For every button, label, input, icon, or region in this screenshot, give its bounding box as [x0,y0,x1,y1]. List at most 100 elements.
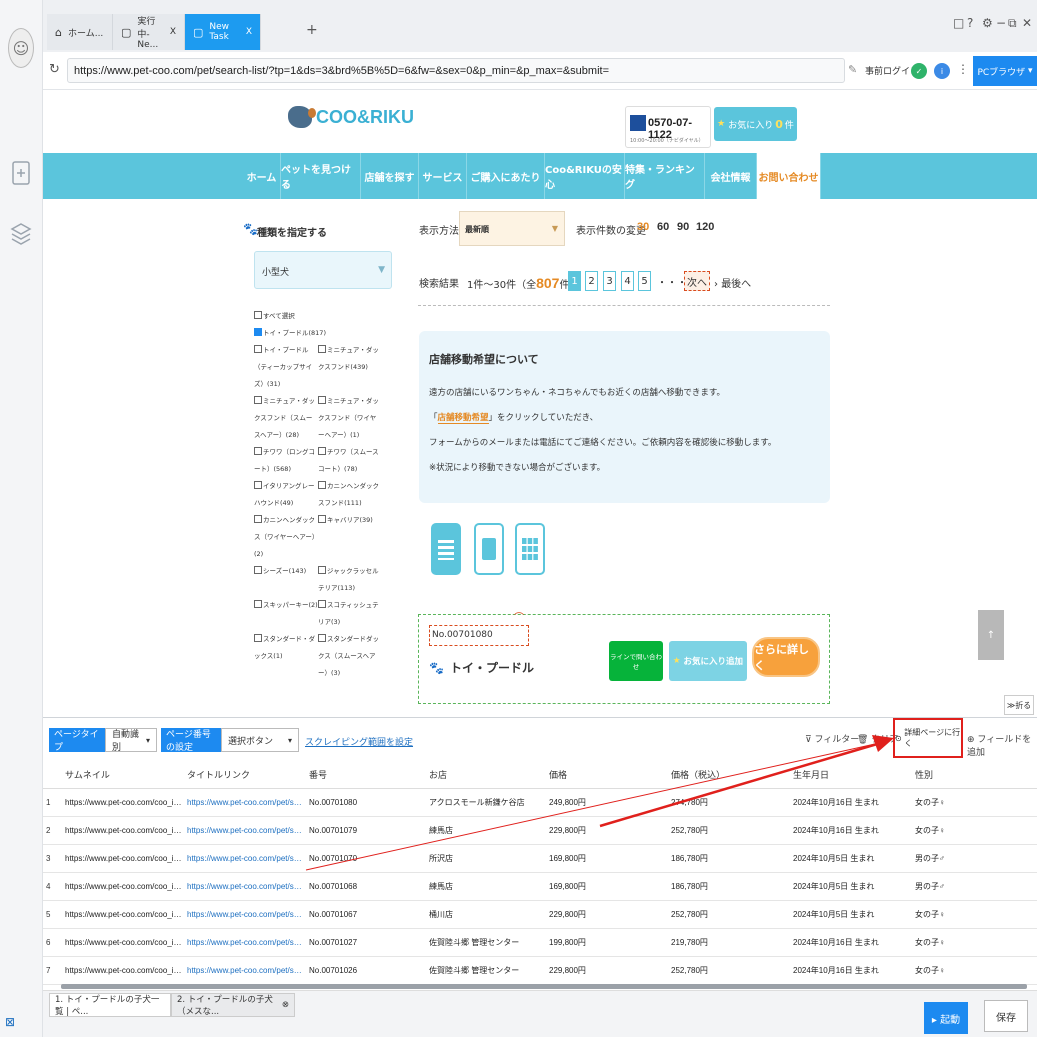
table-row[interactable]: 3https://www.pet-coo.com/coo_image/...ht… [43,844,1037,873]
column-header[interactable]: 番号 [305,762,425,789]
breed-checkbox[interactable]: ミニチュア・ダックスフンド（ワイヤーヘアー）(1) [318,393,382,444]
breed-checkbox[interactable]: カニンヘンダックスフンド(111) [318,478,382,512]
bottom-tab-2[interactable]: 2. トイ・プードルの子犬（メスな... ⊗ [171,993,295,1017]
checkbox-icon[interactable] [254,345,262,353]
add-field-button[interactable]: ⊕ フィールドを追加 [967,732,1037,758]
page-number-select[interactable]: 選択ボタン ▾ [221,728,299,752]
checkbox-icon[interactable] [254,515,262,523]
nav-item-contact[interactable]: お問い合わせ [757,153,821,199]
checkbox-icon[interactable] [318,515,326,523]
breed-checkbox[interactable]: キャバリア(39) [318,512,382,563]
breed-checkbox[interactable]: ミニチュア・ダックスフンド(439) [318,342,382,393]
breed-checkbox[interactable]: ミニチュア・ダックスフンド（スムースヘアー）(28) [254,393,318,444]
breed-checkbox[interactable]: シーズー(143) [254,563,318,597]
nav-item[interactable]: ご購入にあたり [467,153,545,199]
cell-link[interactable]: https://www.pet-coo.com/pet/search-d... [183,872,305,901]
window-close-icon[interactable]: ✕ [1022,16,1032,30]
last-page-link[interactable]: › 最後へ [714,275,751,290]
nav-item[interactable]: 特集・ランキング [625,153,705,199]
user-icon[interactable]: i [934,63,950,79]
checkbox-icon[interactable] [254,311,262,319]
layers-icon[interactable] [10,220,32,245]
breed-checkbox[interactable]: トイ・プードル(817) [254,325,394,342]
checkbox-icon[interactable] [318,396,326,404]
breed-checkbox[interactable]: チワワ（スムースコート）(78) [318,444,382,478]
new-tab-button[interactable]: + [306,22,318,38]
gift-icon[interactable]: □ [953,16,964,30]
bottom-tab-1[interactable]: 1. トイ・プードルの子犬一覧 | ペ... [49,993,171,1017]
table-row[interactable]: 1https://www.pet-coo.com/coo_image/...ht… [43,788,1037,817]
favorites-button[interactable]: ★ お気に入り 0 件 [714,107,797,141]
checkbox-icon[interactable] [254,566,262,574]
cell-link[interactable]: https://www.pet-coo.com/pet/search-d... [183,956,305,985]
breed-checkbox[interactable]: スタンダードダックス（スムースヘアー）(3) [318,631,382,682]
cell-link[interactable]: https://www.pet-coo.com/pet/search-d... [183,928,305,957]
cell-link[interactable]: https://www.pet-coo.com/pet/search-d... [183,788,305,817]
pc-browser-button[interactable]: PCブラウザ ▾ [973,56,1037,86]
column-header[interactable]: 生年月日 [789,762,911,789]
checkbox-icon[interactable] [254,481,262,489]
page-link[interactable]: 5 [638,271,651,291]
breed-checkbox[interactable]: トイ・プードル（ティーカップサイズ）(31) [254,342,318,393]
table-row[interactable]: 2https://www.pet-coo.com/coo_image/...ht… [43,816,1037,845]
nav-item[interactable]: 会社情報 [705,153,757,199]
scroll-top-button[interactable]: ↑ [978,610,1004,660]
breed-checkbox[interactable]: イタリアングレーハウンド(49) [254,478,318,512]
tab-new-task[interactable]: ▢ New Task X [185,14,261,50]
breed-checkbox[interactable]: カニンヘンダックス（ワイヤーヘアー）(2) [254,512,318,563]
nav-item[interactable]: サービス [419,153,467,199]
cell-link[interactable]: https://www.pet-coo.com/pet/search-d... [183,816,305,845]
sort-select[interactable]: 最新順 ▼ [459,211,565,246]
page-link[interactable]: 4 [621,271,634,291]
grid-view-button[interactable] [515,523,545,575]
run-button[interactable]: ▸ 起動 [924,1002,968,1034]
table-row[interactable]: 6https://www.pet-coo.com/coo_image/...ht… [43,928,1037,957]
nav-item[interactable]: Coo&RIKUの安心 [545,153,625,199]
count-option[interactable]: 120 [696,221,714,233]
page-link[interactable]: 2 [585,271,598,291]
filter-button[interactable]: ⊽ フィルター [805,732,859,745]
checkbox-icon[interactable] [318,600,326,608]
close-icon[interactable]: ⊗ [282,1000,289,1010]
checkbox-icon[interactable] [318,481,326,489]
column-header[interactable]: お店 [425,762,545,789]
column-header[interactable]: 価格 [545,762,667,789]
nav-item[interactable]: 店舗を探す [361,153,419,199]
store-transfer-link[interactable]: 店舗移動希望 [437,413,489,424]
page-link[interactable]: 1 [568,271,581,291]
minimize-icon[interactable]: − [996,16,1006,30]
page-link[interactable]: 3 [603,271,616,291]
checkbox-icon[interactable] [254,600,262,608]
new-document-icon[interactable] [10,160,32,185]
status-icon[interactable]: ⊠ [5,1015,15,1029]
breed-checkbox[interactable]: スキッパーキー(2) [254,597,318,631]
cell-link[interactable]: https://www.pet-coo.com/pet/search-d... [183,844,305,873]
next-page-link[interactable]: 次へ [684,271,710,291]
save-button[interactable]: 保存 [984,1000,1028,1032]
horizontal-scrollbar[interactable] [61,984,1027,989]
edit-icon[interactable]: ✎ [848,63,857,76]
checkbox-icon[interactable] [318,447,326,455]
cell-link[interactable]: https://www.pet-coo.com/pet/search-d... [183,900,305,929]
close-icon[interactable]: X [246,27,252,37]
checkbox-checked-icon[interactable] [254,328,262,336]
breed-checkbox[interactable]: スコティッシュテリア(3) [318,597,382,631]
fold-button[interactable]: ≫折る [1004,695,1034,715]
reload-icon[interactable]: ↻ [49,62,60,77]
page-type-select[interactable]: 自動識別 ▾ [105,728,157,753]
checkbox-icon[interactable] [318,634,326,642]
more-icon[interactable]: ⋮ [957,62,969,76]
restore-icon[interactable]: ⧉ [1008,16,1017,31]
breed-checkbox[interactable]: チワワ（ロングコート）(568) [254,444,318,478]
column-header[interactable]: タイトルリンク [183,762,305,789]
extension-icon[interactable]: ✓ [911,63,927,79]
avatar[interactable]: ☺ [8,28,34,68]
list-view-button[interactable] [431,523,461,575]
nav-item[interactable]: ホーム [243,153,281,199]
breed-checkbox[interactable]: ジャックラッセルテリア(113) [318,563,382,597]
close-icon[interactable]: X [170,27,176,37]
url-input[interactable]: https://www.pet-coo.com/pet/search-list/… [67,58,845,83]
checkbox-icon[interactable] [318,345,326,353]
help-icon[interactable]: ? [967,16,973,30]
settings-icon[interactable]: ⚙ [982,16,993,30]
